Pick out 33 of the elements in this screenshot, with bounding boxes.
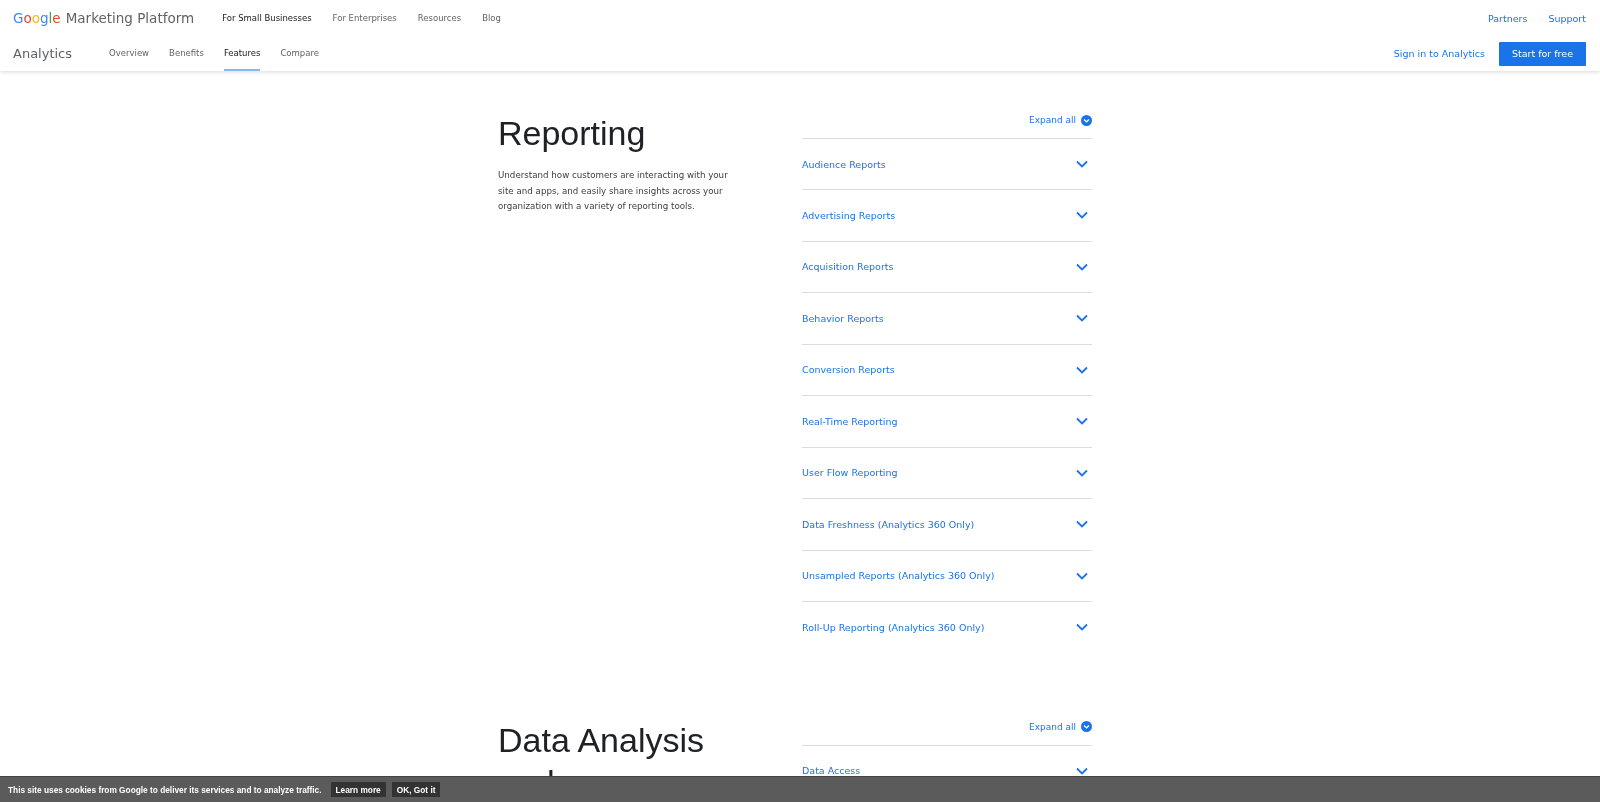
cookie-button[interactable]: OK, Got it	[391, 782, 441, 797]
nav-link[interactable]: Blog	[482, 13, 501, 23]
expand-all-link[interactable]: Expand all	[1028, 114, 1092, 126]
accordion-item[interactable]: Data Freshness (Analytics 360 Only)	[802, 498, 1092, 550]
accordion-item[interactable]: Real-Time Reporting	[802, 395, 1092, 447]
chevron-circle-icon	[1081, 721, 1092, 732]
sign-in-link[interactable]: Sign in to Analytics	[1393, 48, 1485, 59]
section-description: Understand how customers are interacting with your site and apps, and easily share insights across your organization with a variety of reporting tools.	[498, 169, 728, 213]
accordion-item[interactable]: Acquisition Reports	[802, 240, 1092, 292]
start-button[interactable]: Start for free	[1498, 41, 1586, 66]
chevron-circle-icon	[1081, 114, 1092, 126]
expand-all-link[interactable]: Expand all	[1028, 721, 1092, 732]
accordion-item[interactable]: Roll-Up Reporting (Analytics 360 Only)	[802, 601, 1092, 653]
accordion-item[interactable]: Behavior Reports	[802, 292, 1092, 344]
nav-tab[interactable]: Compare	[280, 36, 319, 71]
cookie-button[interactable]: Learn more	[330, 782, 386, 797]
cookie-message: This site uses cookies from Google to deliver its services and to analyze traffic.	[8, 784, 322, 795]
nav-tab[interactable]: Benefits	[169, 36, 204, 71]
site-logo[interactable]: Google Marketing Platform	[13, 10, 195, 26]
accordion-item[interactable]: Conversion Reports	[802, 343, 1092, 395]
nav-tab[interactable]: Features	[223, 36, 261, 71]
nav-link[interactable]: For Small Businesses	[222, 13, 312, 23]
accordion-item[interactable]: Advertising Reports	[802, 189, 1092, 241]
nav-link[interactable]: Partners	[1487, 12, 1528, 24]
accordion-item[interactable]: Unsampled Reports (Analytics 360 Only)	[802, 549, 1092, 601]
nav-link[interactable]: Resources	[417, 13, 462, 23]
nav-link[interactable]: For Enterprises	[332, 13, 397, 23]
accordion-item[interactable]: Audience Reports	[802, 138, 1092, 189]
section-heading: Reporting	[498, 113, 647, 154]
nav-tab[interactable]: Overview	[109, 36, 150, 71]
product-name: Analytics	[13, 46, 73, 61]
nav-link[interactable]: Support	[1548, 12, 1586, 24]
accordion-item[interactable]: User Flow Reporting	[802, 446, 1092, 498]
